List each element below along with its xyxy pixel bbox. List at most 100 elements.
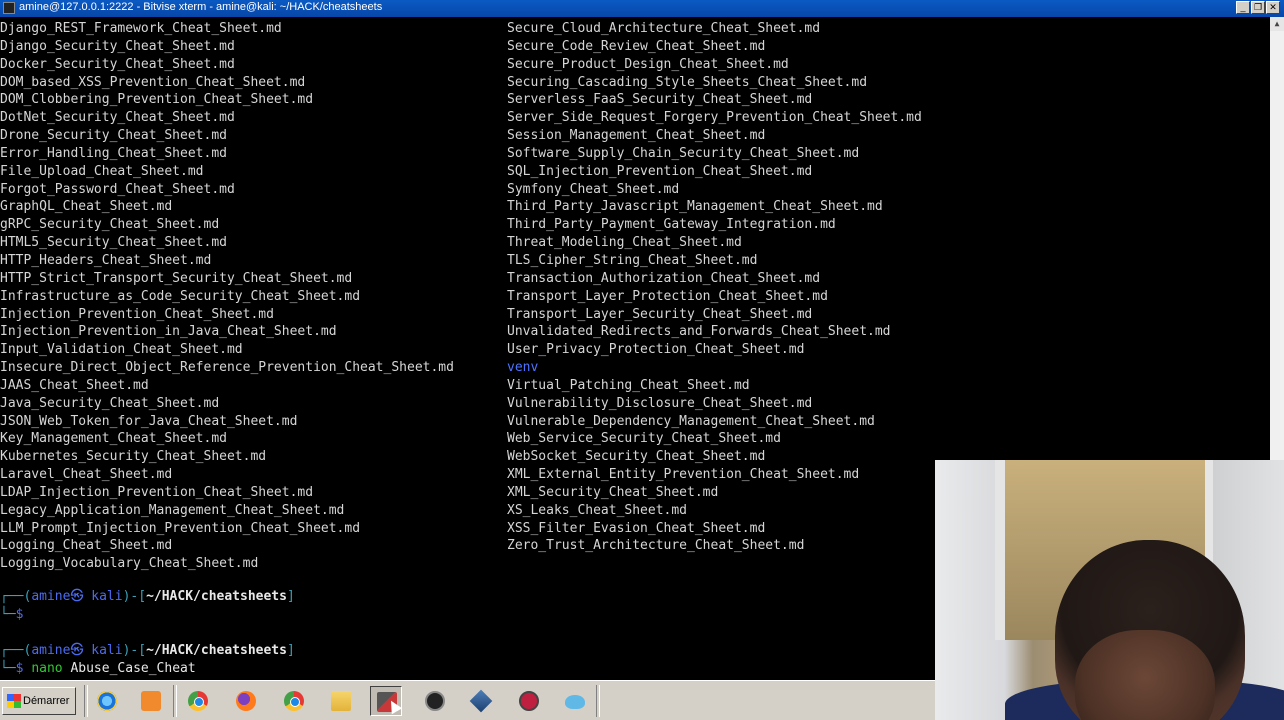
file-entry: Secure_Code_Review_Cheat_Sheet.md: [507, 38, 766, 54]
file-entry: Legacy_Application_Management_Cheat_Shee…: [0, 502, 345, 518]
prompt-separator: )-[: [122, 589, 147, 604]
file-entry: File_Upload_Cheat_Sheet.md: [0, 163, 204, 179]
file-entry: Vulnerability_Disclosure_Cheat_Sheet.md: [507, 395, 813, 411]
prompt-corner: └─: [0, 661, 16, 676]
file-entry: JAAS_Cheat_Sheet.md: [0, 377, 149, 393]
file-entry: Zero_Trust_Architecture_Cheat_Sheet.md: [507, 538, 805, 554]
file-entry: Django_Security_Cheat_Sheet.md: [0, 38, 235, 54]
prompt-line-1: ┌──(amine㉿ kali)-[~/HACK/cheatsheets]: [0, 588, 295, 606]
taskbar-separator: [84, 685, 88, 717]
xterm-app-icon: [3, 2, 15, 14]
file-entry: Securing_Cascading_Style_Sheets_Cheat_Sh…: [507, 74, 868, 90]
prompt-dollar: $: [15, 607, 24, 622]
file-entry: Session_Management_Cheat_Sheet.md: [507, 128, 766, 144]
file-entry: Error_Handling_Cheat_Sheet.md: [0, 145, 227, 161]
scroll-up-icon[interactable]: ▲: [1270, 17, 1284, 31]
file-entry: XML_External_Entity_Prevention_Cheat_She…: [507, 467, 860, 483]
prompt-corner: ┌──(: [0, 643, 32, 658]
vm64-icon[interactable]: [513, 686, 545, 716]
taskbar-separator: [173, 685, 177, 717]
start-button[interactable]: Démarrer: [2, 687, 76, 715]
file-entry: LLM_Prompt_Injection_Prevention_Cheat_Sh…: [0, 520, 361, 536]
file-entry: Injection_Prevention_Cheat_Sheet.md: [0, 306, 274, 322]
internet-explorer-icon[interactable]: [91, 686, 123, 716]
prompt-corner: └─: [0, 607, 16, 622]
file-entry: DOM_based_XSS_Prevention_Cheat_Sheet.md: [0, 74, 306, 90]
file-entry: Transport_Layer_Security_Cheat_Sheet.md: [507, 306, 813, 322]
folder-icon[interactable]: [325, 686, 357, 716]
prompt-bracket: ]: [286, 643, 295, 658]
file-entry: GraphQL_Cheat_Sheet.md: [0, 199, 173, 215]
window-title: amine@127.0.0.1:2222 - Bitvise xterm - a…: [19, 1, 383, 13]
file-entry: TLS_Cipher_String_Cheat_Sheet.md: [507, 252, 758, 268]
command-argument: Abuse_Case_Cheat: [70, 661, 196, 676]
file-entry: LDAP_Injection_Prevention_Cheat_Sheet.md: [0, 484, 314, 500]
windows-logo-icon: [7, 694, 21, 708]
minimize-button[interactable]: _: [1236, 1, 1250, 14]
file-entry: XML_Security_Cheat_Sheet.md: [507, 484, 719, 500]
file-entry: Transport_Layer_Protection_Cheat_Sheet.m…: [507, 288, 828, 304]
webcam-overlay: [935, 460, 1284, 720]
virtualbox-icon[interactable]: [465, 686, 497, 716]
file-entry: Docker_Security_Cheat_Sheet.md: [0, 56, 235, 72]
file-entry: Transaction_Authorization_Cheat_Sheet.md: [507, 270, 821, 286]
file-entry: Laravel_Cheat_Sheet.md: [0, 467, 173, 483]
file-entry: Kubernetes_Security_Cheat_Sheet.md: [0, 449, 267, 465]
file-entry: Threat_Modeling_Cheat_Sheet.md: [507, 235, 742, 251]
prompt-corner: ┌──(: [0, 589, 32, 604]
firefox-icon[interactable]: [230, 686, 262, 716]
prompt-path: ~/HACK/cheatsheets: [146, 589, 287, 604]
file-entry: Forgot_Password_Cheat_Sheet.md: [0, 181, 235, 197]
window-titlebar[interactable]: amine@127.0.0.1:2222 - Bitvise xterm - a…: [0, 0, 1284, 17]
file-entry: Virtual_Patching_Cheat_Sheet.md: [507, 377, 750, 393]
prompt-separator: )-[: [122, 643, 147, 658]
file-entry: SQL_Injection_Prevention_Cheat_Sheet.md: [507, 163, 813, 179]
chrome-icon-2[interactable]: [278, 686, 310, 716]
file-entry: Logging_Vocabulary_Cheat_Sheet.md: [0, 556, 259, 572]
prompt-user: amine㉿ kali: [31, 643, 123, 658]
file-entry: WebSocket_Security_Cheat_Sheet.md: [507, 449, 766, 465]
taskbar: Démarrer: [0, 680, 935, 720]
file-entry: Drone_Security_Cheat_Sheet.md: [0, 128, 227, 144]
file-entry: Infrastructure_as_Code_Security_Cheat_Sh…: [0, 288, 361, 304]
file-entry: Secure_Product_Design_Cheat_Sheet.md: [507, 56, 789, 72]
file-entry: gRPC_Security_Cheat_Sheet.md: [0, 217, 220, 233]
file-entry: Symfony_Cheat_Sheet.md: [507, 181, 680, 197]
cloud-icon[interactable]: [559, 686, 591, 716]
file-entry: Insecure_Direct_Object_Reference_Prevent…: [0, 360, 454, 376]
media-player-icon[interactable]: [135, 686, 167, 716]
file-entry: HTTP_Headers_Cheat_Sheet.md: [0, 252, 212, 268]
prompt-line-1-input: └─$: [0, 606, 23, 624]
file-entry: Injection_Prevention_in_Java_Cheat_Sheet…: [0, 324, 337, 340]
chrome-icon[interactable]: [182, 686, 214, 716]
taskbar-separator: [596, 685, 600, 717]
directory-entry: venv: [507, 360, 539, 376]
file-entry: DOM_Clobbering_Prevention_Cheat_Sheet.md: [0, 92, 314, 108]
prompt-user: amine㉿ kali: [31, 589, 123, 604]
file-entry: Third_Party_Payment_Gateway_Integration.…: [507, 217, 836, 233]
command-name: nano: [31, 661, 63, 676]
prompt-line-2: ┌──(amine㉿ kali)-[~/HACK/cheatsheets]: [0, 642, 295, 660]
prompt-path: ~/HACK/cheatsheets: [146, 643, 287, 658]
file-entry: Django_REST_Framework_Cheat_Sheet.md: [0, 21, 282, 36]
file-entry: DotNet_Security_Cheat_Sheet.md: [0, 110, 235, 126]
file-entry: Software_Supply_Chain_Security_Cheat_She…: [507, 145, 860, 161]
file-entry: Key_Management_Cheat_Sheet.md: [0, 431, 227, 447]
close-button[interactable]: ✕: [1266, 1, 1280, 14]
file-entry: XSS_Filter_Evasion_Cheat_Sheet.md: [507, 520, 766, 536]
file-entry: Vulnerable_Dependency_Management_Cheat_S…: [507, 413, 875, 429]
obs-icon[interactable]: [419, 686, 451, 716]
file-entry: Secure_Cloud_Architecture_Cheat_Sheet.md: [507, 21, 821, 36]
file-entry: User_Privacy_Protection_Cheat_Sheet.md: [507, 342, 805, 358]
file-entry: XS_Leaks_Cheat_Sheet.md: [507, 502, 688, 518]
file-entry: Server_Side_Request_Forgery_Prevention_C…: [507, 110, 922, 126]
file-entry: Unvalidated_Redirects_and_Forwards_Cheat…: [507, 324, 891, 340]
webcam-person-face: [1075, 630, 1215, 720]
restore-button[interactable]: ❐: [1251, 1, 1265, 14]
file-list-column-2: Secure_Cloud_Architecture_Cheat_Sheet.md…: [507, 20, 922, 555]
file-entry: Logging_Cheat_Sheet.md: [0, 538, 173, 554]
command-line[interactable]: └─$ nano Abuse_Case_Cheat: [0, 660, 196, 678]
file-entry: Web_Service_Security_Cheat_Sheet.md: [507, 431, 781, 447]
file-entry: Serverless_FaaS_Security_Cheat_Sheet.md: [507, 92, 813, 108]
file-entry: Third_Party_Javascript_Management_Cheat_…: [507, 199, 883, 215]
